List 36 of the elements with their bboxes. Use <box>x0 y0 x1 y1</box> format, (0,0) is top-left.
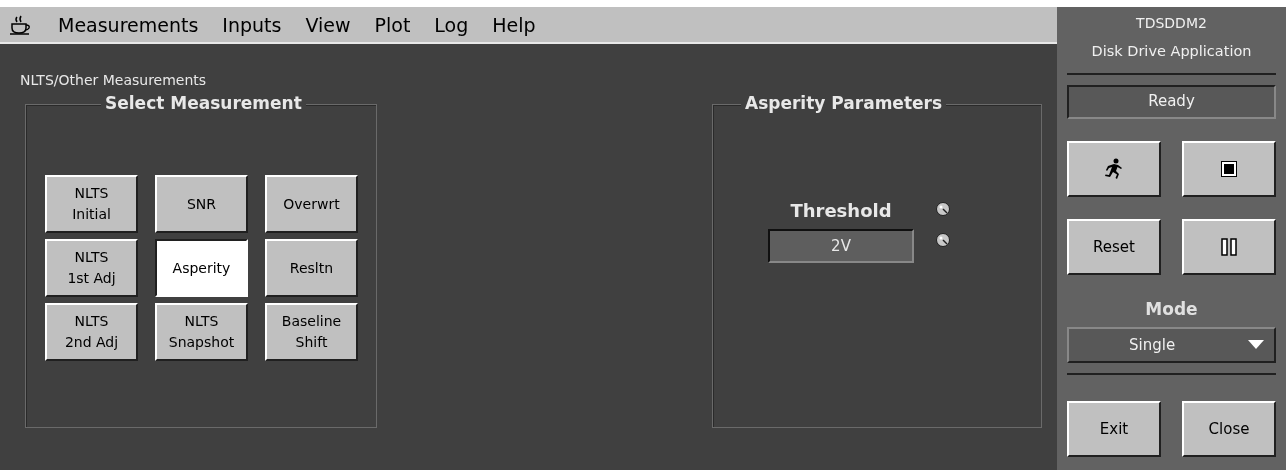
panel-button[interactable]: Close <box>1182 401 1276 457</box>
measurement-button[interactable]: NLTS 2nd Adj <box>45 303 138 361</box>
section-title: NLTS/Other Measurements <box>20 72 207 88</box>
threshold-field[interactable]: 2V <box>768 229 914 263</box>
pause-button[interactable] <box>1182 219 1276 275</box>
pause-icon <box>1220 238 1238 256</box>
run-button[interactable] <box>1067 141 1161 197</box>
measurement-button[interactable]: NLTS Initial <box>45 175 138 233</box>
measurement-button[interactable]: Asperity <box>155 239 248 297</box>
panel-button[interactable]: Exit <box>1067 401 1161 457</box>
reset-button[interactable]: Reset <box>1067 219 1161 275</box>
knob-icon[interactable] <box>936 233 950 247</box>
measurement-button[interactable]: Overwrt <box>265 175 358 233</box>
menu-item[interactable]: Measurements <box>46 13 211 36</box>
mode-dropdown[interactable]: Single <box>1067 327 1276 363</box>
group-title: Asperity Parameters <box>741 93 947 113</box>
measurement-button[interactable]: Resltn <box>265 239 358 297</box>
menu-item[interactable]: Inputs <box>210 13 294 36</box>
status-field: Ready <box>1067 85 1276 119</box>
knob-icon[interactable] <box>936 202 950 216</box>
menu-item[interactable]: Help <box>480 13 548 36</box>
app-subtitle: Disk Drive Application <box>1090 43 1253 59</box>
measurement-button[interactable]: NLTS Snapshot <box>155 303 248 361</box>
app-title: TDSDDM2 <box>1135 15 1208 31</box>
menu-item[interactable]: Plot <box>362 13 423 36</box>
threshold-label: Threshold <box>790 200 892 221</box>
menu-item[interactable]: Log <box>422 13 481 36</box>
mode-label: Mode <box>1144 299 1199 319</box>
running-figure-icon <box>1104 158 1124 180</box>
stop-button[interactable] <box>1182 141 1276 197</box>
measurement-button[interactable]: Baseline Shift <box>265 303 358 361</box>
measurement-button[interactable]: NLTS 1st Adj <box>45 239 138 297</box>
measurement-button[interactable]: SNR <box>155 175 248 233</box>
menu-item[interactable]: View <box>293 13 363 36</box>
stop-icon <box>1221 161 1237 177</box>
dropdown-arrow-icon <box>1248 340 1264 350</box>
